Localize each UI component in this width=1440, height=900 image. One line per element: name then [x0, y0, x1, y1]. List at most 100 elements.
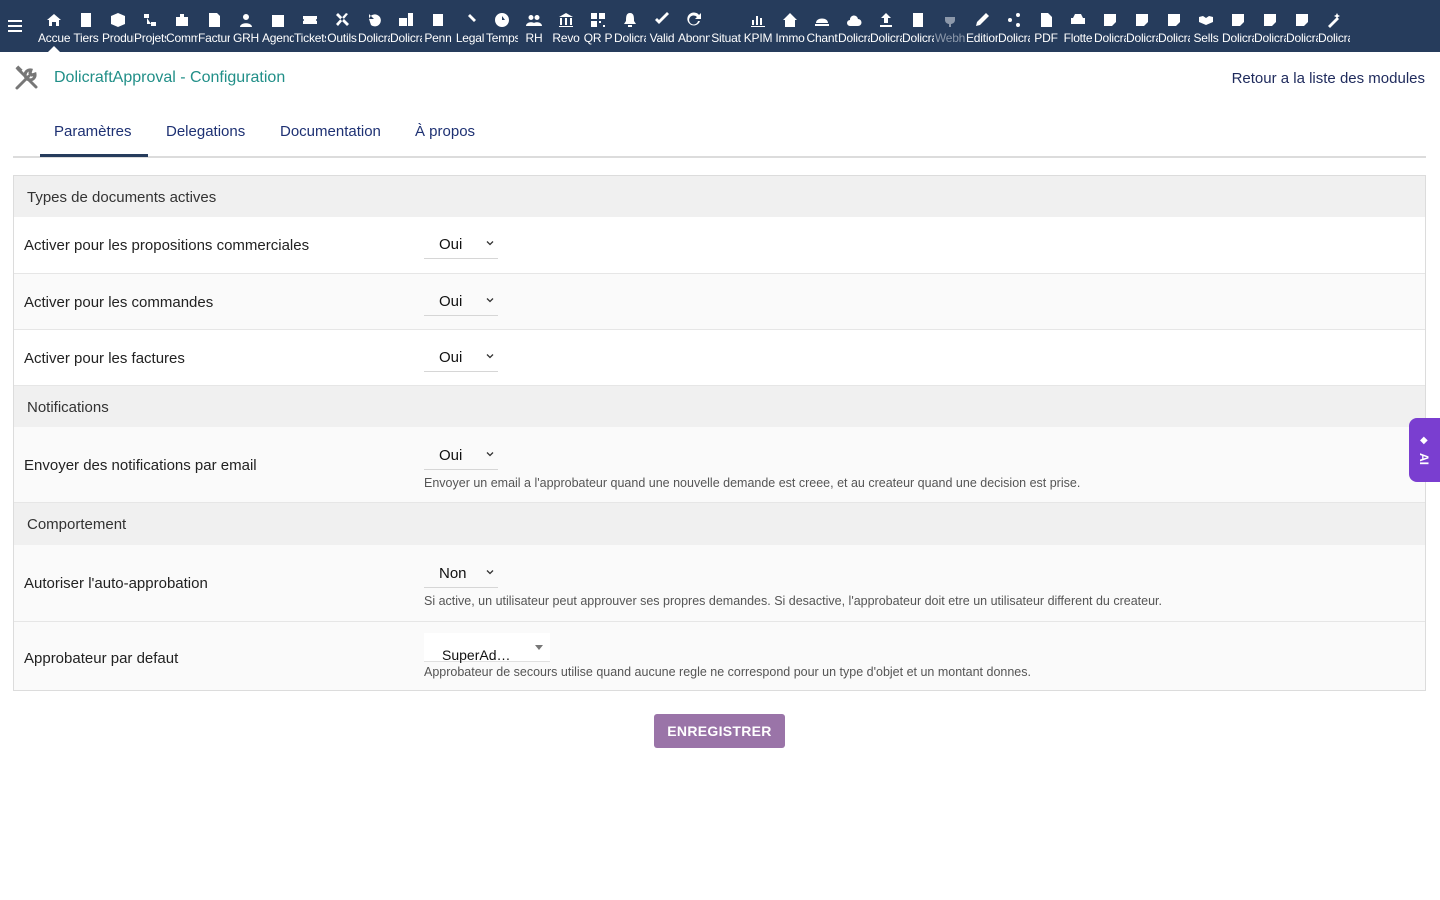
nav-item-label: Dolicraft — [838, 31, 870, 45]
nav-item-revo[interactable]: Revo — [550, 0, 582, 52]
self-approval-select[interactable]: Non — [424, 559, 498, 588]
nav-item-flotte[interactable]: Flotte — [1062, 0, 1094, 52]
nav-item-label: Situat — [711, 31, 741, 45]
invoices-select[interactable]: Oui — [424, 343, 498, 372]
setting-row: Activer pour les propositions commercial… — [14, 217, 1425, 274]
chevron-down-icon — [486, 570, 494, 575]
nav-item-dolicraft[interactable]: Dolicraft — [870, 0, 902, 52]
nav-item-penn[interactable]: Penn — [422, 0, 454, 52]
tab-parametres[interactable]: Paramètres — [54, 123, 132, 140]
email-notifications-select[interactable]: Oui — [424, 441, 498, 470]
nav-item-valid[interactable]: Valid — [646, 0, 678, 52]
building-icon — [908, 10, 928, 30]
bank-icon — [556, 10, 576, 30]
orders-select[interactable]: Oui — [424, 287, 498, 316]
nav-item-chant[interactable]: Chant — [806, 0, 838, 52]
nav-item-dolicraft[interactable]: Dolicraft — [1318, 0, 1350, 52]
nav-item-immo[interactable]: Immo — [774, 0, 806, 52]
nav-item-projets[interactable]: Projets — [134, 0, 166, 52]
default-approver-select[interactable]: SuperAd… — [424, 633, 550, 663]
setting-row: Activer pour les factures Oui — [14, 330, 1425, 386]
nav-item-dolicraft[interactable]: Dolicraft — [358, 0, 390, 52]
refresh-icon — [684, 10, 704, 30]
note-icon — [1132, 10, 1152, 30]
nav-item-facturation[interactable]: Facturation — [198, 0, 230, 52]
save-button[interactable]: ENREGISTRER — [654, 714, 785, 748]
caret-down-icon — [535, 645, 543, 650]
plug-icon — [940, 10, 960, 30]
nav-item-label: Dolicraft — [358, 31, 390, 45]
nav-item-accueil[interactable]: Accueil — [38, 0, 70, 52]
cloud-icon — [844, 10, 864, 30]
tab-a-propos[interactable]: À propos — [415, 123, 475, 140]
nav-item-dolicraft[interactable]: Dolicraft — [1094, 0, 1126, 52]
menu-icon[interactable] — [8, 17, 26, 33]
ai-assistant-tab[interactable]: ◆ AI — [1409, 418, 1440, 482]
nav-item-agenda[interactable]: Agenda — [262, 0, 294, 52]
nav-item-outils[interactable]: Outils — [326, 0, 358, 52]
nav-item-label: Temps — [486, 31, 518, 45]
gavel-icon — [460, 10, 480, 30]
nav-item-label: Edition — [966, 31, 998, 45]
nav-item-sells[interactable]: Sells — [1190, 0, 1222, 52]
hardhat-icon — [812, 10, 832, 30]
proposals-select[interactable]: Oui — [424, 230, 498, 259]
nav-item-dolicraft[interactable]: Dolicraft — [1158, 0, 1190, 52]
nav-item-dolicraft[interactable]: Dolicraft — [1286, 0, 1318, 52]
nav-item-qr-p[interactable]: QR P — [582, 0, 614, 52]
nav-item-dolicraft[interactable]: Dolicraft — [1126, 0, 1158, 52]
nav-item-dolicraft[interactable]: Dolicraft — [998, 0, 1030, 52]
user-icon — [236, 10, 256, 30]
nav-item-produits[interactable]: Produits — [102, 0, 134, 52]
tab-delegations[interactable]: Delegations — [166, 123, 245, 140]
bell-icon — [620, 10, 640, 30]
upload-icon — [876, 10, 896, 30]
nav-item-label: Dolicraft — [1158, 31, 1190, 45]
tools-icon — [13, 64, 41, 92]
ticket-icon — [300, 10, 320, 30]
chevron-down-icon — [486, 354, 494, 359]
nav-item-dolicraft[interactable]: Dolicraft — [1222, 0, 1254, 52]
check-double-icon — [652, 10, 672, 30]
nav-item-tickets[interactable]: Tickets — [294, 0, 326, 52]
setting-label: Activer pour les commandes — [24, 294, 214, 311]
calendar-icon — [268, 10, 288, 30]
settings-form: Types de documents actives Activer pour … — [13, 175, 1426, 691]
note-icon — [1260, 10, 1280, 30]
nav-item-tiers[interactable]: Tiers — [70, 0, 102, 52]
nav-item-edition[interactable]: Edition — [966, 0, 998, 52]
nav-item-pdf[interactable]: PDF — [1030, 0, 1062, 52]
nav-item-label: Agenda — [262, 31, 294, 45]
nav-item-legal[interactable]: Legal — [454, 0, 486, 52]
nav-item-dolicraft[interactable]: Dolicraft — [838, 0, 870, 52]
nav-item-commercial[interactable]: Commercial — [166, 0, 198, 52]
nav-item-dolicraft[interactable]: Dolicraft — [902, 0, 934, 52]
nav-item-abonn[interactable]: Abonn — [678, 0, 710, 52]
nav-item-situat[interactable]: Situat — [710, 0, 742, 52]
back-to-modules-link[interactable]: Retour a la liste des modules — [1232, 70, 1425, 87]
setting-row: Activer pour les commandes Oui — [14, 274, 1425, 330]
nav-item-grh[interactable]: GRH — [230, 0, 262, 52]
nav-item-rh[interactable]: RH — [518, 0, 550, 52]
nav-item-webh[interactable]: Webh — [934, 0, 966, 52]
nav-item-temps[interactable]: Temps — [486, 0, 518, 52]
nav-item-label: Dolicraft — [1286, 31, 1318, 45]
tab-documentation[interactable]: Documentation — [280, 123, 381, 140]
share-icon — [1004, 10, 1024, 30]
active-tab-indicator — [40, 154, 148, 157]
sparkle-icon: ◆ — [1420, 435, 1428, 446]
help-text: Approbateur de secours utilise quand auc… — [424, 665, 1031, 679]
setting-label: Approbateur par defaut — [24, 650, 179, 667]
nav-item-dolicraft[interactable]: Dolicraft — [1254, 0, 1286, 52]
cube-icon — [108, 10, 128, 30]
select-value: Oui — [439, 293, 463, 310]
nav-item-label: Flotte — [1063, 31, 1093, 45]
nav-item-dolicraft[interactable]: Dolicraft — [614, 0, 646, 52]
nav-item-label: Dolicraft — [902, 31, 934, 45]
select-value: SuperAd… — [442, 647, 511, 663]
nav-item-dolicraft[interactable]: Dolicraft — [390, 0, 422, 52]
nav-item-kpim[interactable]: KPIM — [742, 0, 774, 52]
select-value: Oui — [439, 349, 463, 366]
help-text: Si active, un utilisateur peut approuver… — [424, 594, 1163, 608]
nav-item-label: Tiers — [73, 31, 99, 45]
